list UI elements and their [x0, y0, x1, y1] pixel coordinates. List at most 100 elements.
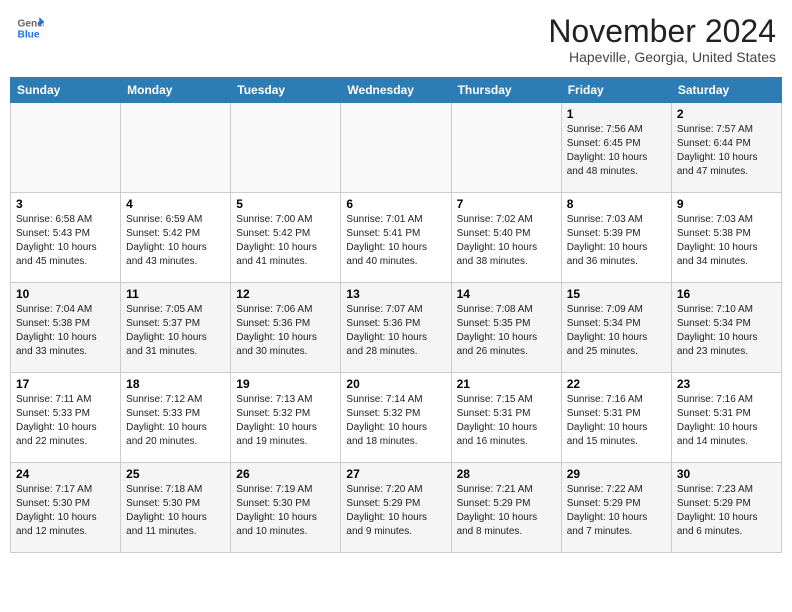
day-info: Sunrise: 7:02 AMSunset: 5:40 PMDaylight:…	[457, 213, 556, 269]
day-number: 1	[567, 107, 666, 121]
day-cell: 22Sunrise: 7:16 AMSunset: 5:31 PMDayligh…	[561, 373, 671, 463]
day-cell	[231, 103, 341, 193]
day-info: Sunrise: 7:10 AMSunset: 5:34 PMDaylight:…	[677, 303, 776, 359]
day-cell: 10 Sunrise: 7:04 AMSunset: 5:38 PMDayligh…	[11, 283, 121, 373]
day-cell: 25 Sunrise: 7:18 AMSunset: 5:30 PMDayligh…	[121, 463, 231, 553]
day-cell: 1 Sunrise: 7:56 AMSunset: 6:45 PMDaylight…	[561, 103, 671, 193]
day-number: 21	[457, 377, 556, 391]
day-cell	[451, 103, 561, 193]
day-info: Sunrise: 7:15 AMSunset: 5:31 PMDaylight:…	[457, 393, 556, 449]
weekday-header-sunday: Sunday	[11, 78, 121, 103]
day-info: Sunrise: 7:01 AMSunset: 5:41 PMDaylight:…	[346, 213, 445, 269]
day-cell: 13 Sunrise: 7:07 AMSunset: 5:36 PMDayligh…	[341, 283, 451, 373]
day-number: 12	[236, 287, 335, 301]
day-info: Sunrise: 7:17 AMSunset: 5:30 PMDaylight:…	[16, 483, 115, 539]
day-number: 5	[236, 197, 335, 211]
day-number: 29	[567, 467, 666, 481]
day-cell: 17 Sunrise: 7:11 AMSunset: 5:33 PMDayligh…	[11, 373, 121, 463]
day-info: Sunrise: 7:56 AMSunset: 6:45 PMDaylight:…	[567, 123, 666, 179]
title-section: November 2024 Hapeville, Georgia, United…	[548, 14, 776, 65]
day-number: 10	[16, 287, 115, 301]
week-row-4: 17 Sunrise: 7:11 AMSunset: 5:33 PMDayligh…	[11, 373, 782, 463]
day-cell: 23 Sunrise: 7:16 AMSunset: 5:31 PMDayligh…	[671, 373, 781, 463]
day-info: Sunrise: 7:08 AMSunset: 5:35 PMDaylight:…	[457, 303, 556, 359]
day-cell: 5 Sunrise: 7:00 AMSunset: 5:42 PMDaylight…	[231, 193, 341, 283]
day-info: Sunrise: 6:58 AMSunset: 5:43 PMDaylight:…	[16, 213, 115, 269]
day-number: 11	[126, 287, 225, 301]
day-number: 2	[677, 107, 776, 121]
day-number: 6	[346, 197, 445, 211]
week-row-5: 24 Sunrise: 7:17 AMSunset: 5:30 PMDayligh…	[11, 463, 782, 553]
day-number: 23	[677, 377, 776, 391]
day-number: 17	[16, 377, 115, 391]
day-info: Sunrise: 7:12 AMSunset: 5:33 PMDaylight:…	[126, 393, 225, 449]
day-number: 19	[236, 377, 335, 391]
day-cell: 21 Sunrise: 7:15 AMSunset: 5:31 PMDayligh…	[451, 373, 561, 463]
day-info: Sunrise: 7:03 AMSunset: 5:38 PMDaylight:…	[677, 213, 776, 269]
weekday-header-friday: Friday	[561, 78, 671, 103]
weekday-header-thursday: Thursday	[451, 78, 561, 103]
day-info: Sunrise: 7:13 AMSunset: 5:32 PMDaylight:…	[236, 393, 335, 449]
day-cell: 29 Sunrise: 7:22 AMSunset: 5:29 PMDayligh…	[561, 463, 671, 553]
day-number: 24	[16, 467, 115, 481]
weekday-header-wednesday: Wednesday	[341, 78, 451, 103]
day-number: 30	[677, 467, 776, 481]
day-info: Sunrise: 7:18 AMSunset: 5:30 PMDaylight:…	[126, 483, 225, 539]
day-info: Sunrise: 7:19 AMSunset: 5:30 PMDaylight:…	[236, 483, 335, 539]
day-info: Sunrise: 7:00 AMSunset: 5:42 PMDaylight:…	[236, 213, 335, 269]
logo-icon: General Blue	[16, 14, 44, 42]
weekday-header-monday: Monday	[121, 78, 231, 103]
weekday-header-tuesday: Tuesday	[231, 78, 341, 103]
week-row-1: 1 Sunrise: 7:56 AMSunset: 6:45 PMDaylight…	[11, 103, 782, 193]
day-cell: 16 Sunrise: 7:10 AMSunset: 5:34 PMDayligh…	[671, 283, 781, 373]
day-info: Sunrise: 7:16 AMSunset: 5:31 PMDaylight:…	[567, 393, 666, 449]
day-cell: 15 Sunrise: 7:09 AMSunset: 5:34 PMDayligh…	[561, 283, 671, 373]
day-cell: 14 Sunrise: 7:08 AMSunset: 5:35 PMDayligh…	[451, 283, 561, 373]
day-number: 4	[126, 197, 225, 211]
day-cell	[121, 103, 231, 193]
weekday-header-row: SundayMondayTuesdayWednesdayThursdayFrid…	[11, 78, 782, 103]
page-header: General Blue November 2024 Hapeville, Ge…	[10, 10, 782, 69]
day-cell: 4 Sunrise: 6:59 AMSunset: 5:42 PMDaylight…	[121, 193, 231, 283]
day-info: Sunrise: 7:11 AMSunset: 5:33 PMDaylight:…	[16, 393, 115, 449]
day-number: 8	[567, 197, 666, 211]
week-row-3: 10 Sunrise: 7:04 AMSunset: 5:38 PMDayligh…	[11, 283, 782, 373]
month-title: November 2024	[548, 14, 776, 49]
day-number: 14	[457, 287, 556, 301]
day-info: Sunrise: 7:14 AMSunset: 5:32 PMDaylight:…	[346, 393, 445, 449]
day-cell: 9Sunrise: 7:03 AMSunset: 5:38 PMDaylight…	[671, 193, 781, 283]
day-info: Sunrise: 7:23 AMSunset: 5:29 PMDaylight:…	[677, 483, 776, 539]
day-info: Sunrise: 7:22 AMSunset: 5:29 PMDaylight:…	[567, 483, 666, 539]
day-info: Sunrise: 7:07 AMSunset: 5:36 PMDaylight:…	[346, 303, 445, 359]
day-info: Sunrise: 6:59 AMSunset: 5:42 PMDaylight:…	[126, 213, 225, 269]
day-number: 7	[457, 197, 556, 211]
day-info: Sunrise: 7:04 AMSunset: 5:38 PMDaylight:…	[16, 303, 115, 359]
day-info: Sunrise: 7:16 AMSunset: 5:31 PMDaylight:…	[677, 393, 776, 449]
day-cell: 12 Sunrise: 7:06 AMSunset: 5:36 PMDayligh…	[231, 283, 341, 373]
day-number: 15	[567, 287, 666, 301]
day-info: Sunrise: 7:09 AMSunset: 5:34 PMDaylight:…	[567, 303, 666, 359]
day-cell	[11, 103, 121, 193]
day-cell: 8 Sunrise: 7:03 AMSunset: 5:39 PMDaylight…	[561, 193, 671, 283]
day-number: 16	[677, 287, 776, 301]
day-cell: 2Sunrise: 7:57 AMSunset: 6:44 PMDaylight…	[671, 103, 781, 193]
day-info: Sunrise: 7:06 AMSunset: 5:36 PMDaylight:…	[236, 303, 335, 359]
day-number: 25	[126, 467, 225, 481]
day-info: Sunrise: 7:03 AMSunset: 5:39 PMDaylight:…	[567, 213, 666, 269]
day-number: 27	[346, 467, 445, 481]
calendar-table: SundayMondayTuesdayWednesdayThursdayFrid…	[10, 77, 782, 553]
location: Hapeville, Georgia, United States	[548, 49, 776, 65]
day-info: Sunrise: 7:20 AMSunset: 5:29 PMDaylight:…	[346, 483, 445, 539]
day-cell: 3 Sunrise: 6:58 AMSunset: 5:43 PMDaylight…	[11, 193, 121, 283]
day-number: 28	[457, 467, 556, 481]
day-number: 13	[346, 287, 445, 301]
day-cell: 18Sunrise: 7:12 AMSunset: 5:33 PMDayligh…	[121, 373, 231, 463]
day-number: 3	[16, 197, 115, 211]
day-info: Sunrise: 7:21 AMSunset: 5:29 PMDaylight:…	[457, 483, 556, 539]
day-cell: 7 Sunrise: 7:02 AMSunset: 5:40 PMDaylight…	[451, 193, 561, 283]
day-cell: 6 Sunrise: 7:01 AMSunset: 5:41 PMDaylight…	[341, 193, 451, 283]
weekday-header-saturday: Saturday	[671, 78, 781, 103]
day-cell: 26Sunrise: 7:19 AMSunset: 5:30 PMDayligh…	[231, 463, 341, 553]
day-cell: 20Sunrise: 7:14 AMSunset: 5:32 PMDayligh…	[341, 373, 451, 463]
day-cell: 27 Sunrise: 7:20 AMSunset: 5:29 PMDayligh…	[341, 463, 451, 553]
